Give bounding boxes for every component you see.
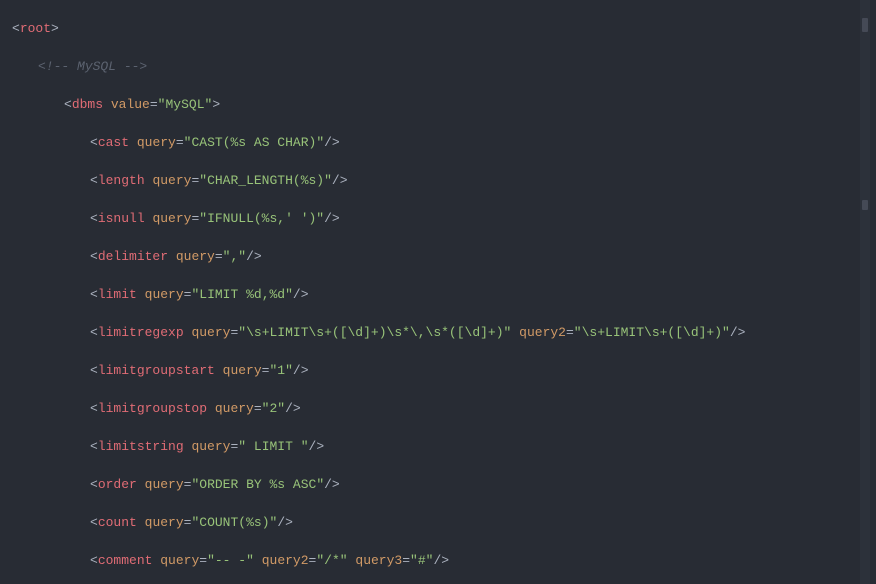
code-line: <limitregexp query="\s+LIMIT\s+([\d]+)\s…	[12, 323, 860, 342]
code-line: <comment query="-- -" query2="/*" query3…	[12, 551, 860, 570]
code-line: <limitstring query=" LIMIT "/>	[12, 437, 860, 456]
gutter	[0, 0, 12, 584]
vertical-scrollbar[interactable]	[870, 0, 876, 584]
code-line: <!-- MySQL -->	[12, 57, 860, 76]
code-line: <limitgroupstop query="2"/>	[12, 399, 860, 418]
code-line: <delimiter query=","/>	[12, 247, 860, 266]
code-line: <cast query="CAST(%s AS CHAR)"/>	[12, 133, 860, 152]
minimap[interactable]	[860, 0, 870, 584]
code-line: <count query="COUNT(%s)"/>	[12, 513, 860, 532]
code-line: <limitgroupstart query="1"/>	[12, 361, 860, 380]
code-line: <isnull query="IFNULL(%s,' ')"/>	[12, 209, 860, 228]
code-editor[interactable]: <root> <!-- MySQL --> <dbms value="MySQL…	[0, 0, 876, 584]
code-line: <order query="ORDER BY %s ASC"/>	[12, 475, 860, 494]
code-area[interactable]: <root> <!-- MySQL --> <dbms value="MySQL…	[12, 0, 860, 584]
code-line: <dbms value="MySQL">	[12, 95, 860, 114]
code-line: <limit query="LIMIT %d,%d"/>	[12, 285, 860, 304]
code-line: <length query="CHAR_LENGTH(%s)"/>	[12, 171, 860, 190]
code-line: <root>	[12, 19, 860, 38]
